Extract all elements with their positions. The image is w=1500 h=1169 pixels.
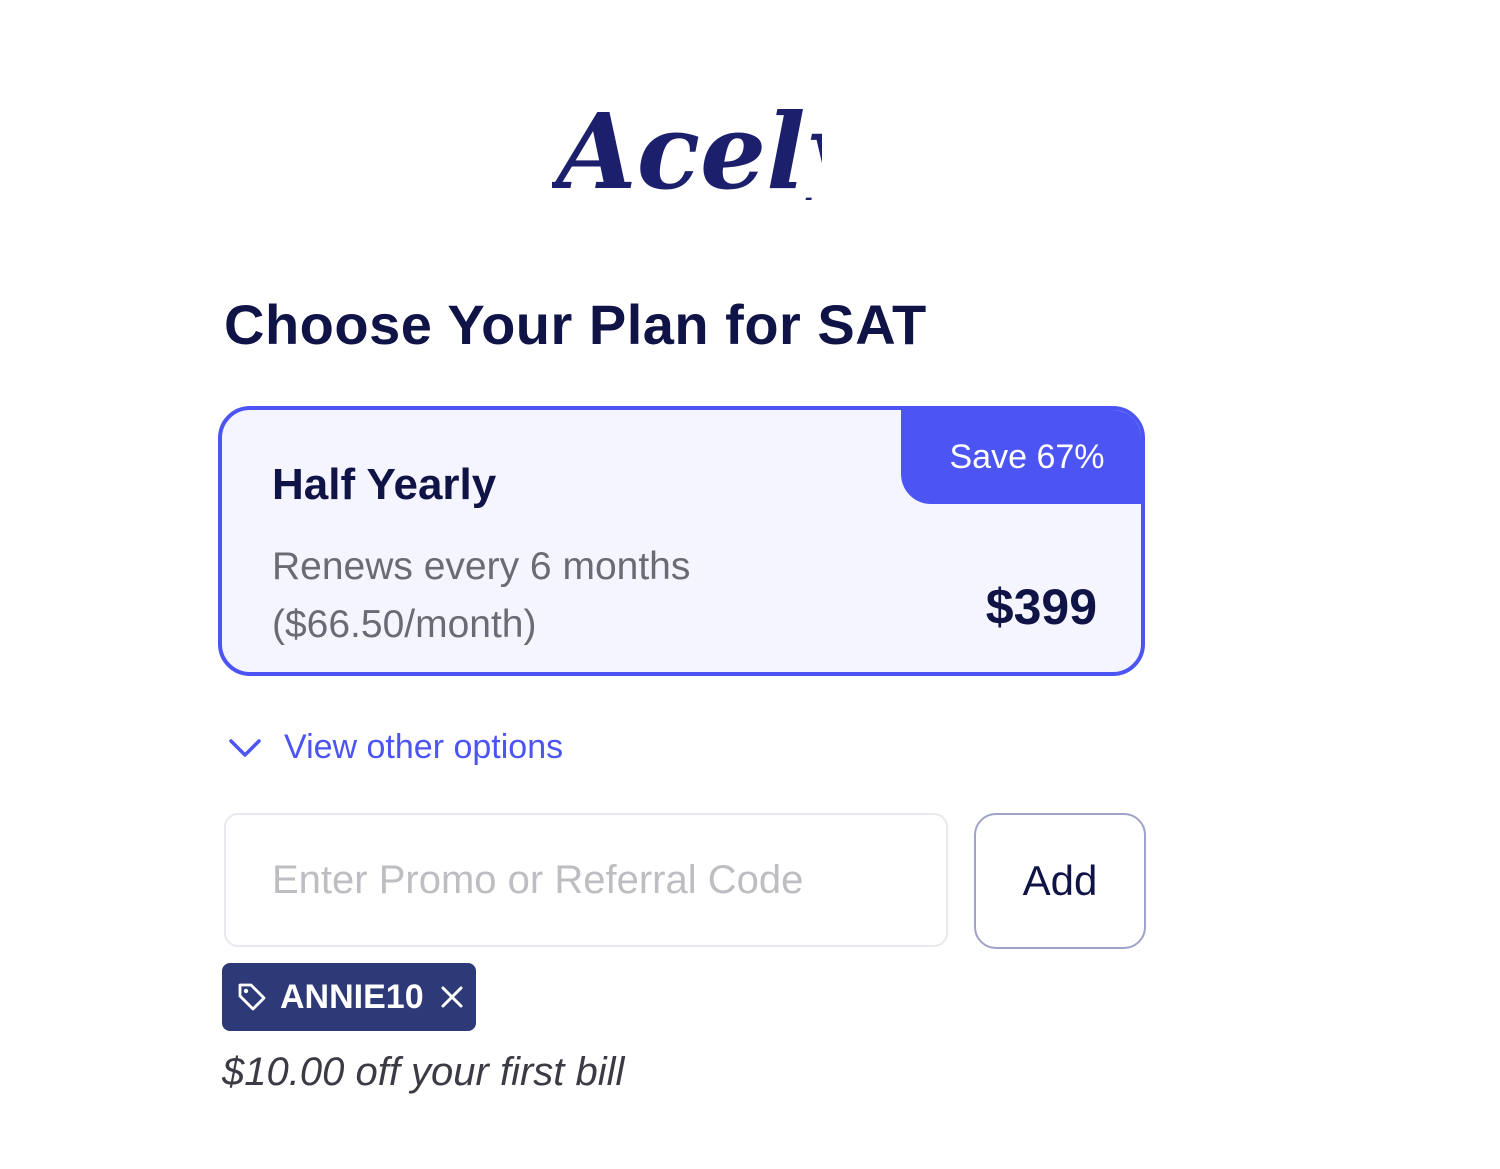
promo-code-input[interactable]	[224, 813, 948, 947]
applied-promo-chip: ANNIE10	[222, 963, 476, 1031]
plan-description: Renews every 6 months ($66.50/month)	[272, 538, 690, 654]
plan-renewal-text: Renews every 6 months	[272, 545, 691, 588]
applied-promo-code: ANNIE10	[280, 977, 424, 1016]
page-title: Choose Your Plan for SAT	[224, 293, 927, 356]
plan-monthly-price: ($66.50/month)	[272, 603, 537, 646]
tag-icon	[236, 981, 268, 1013]
plan-card-half-yearly[interactable]: Save 67% Half Yearly Renews every 6 mont…	[218, 406, 1145, 676]
plan-name: Half Yearly	[272, 460, 497, 509]
close-icon[interactable]	[440, 985, 464, 1009]
chevron-down-icon	[229, 738, 261, 757]
brand-logo: Acely	[547, 88, 873, 213]
add-promo-button[interactable]: Add	[974, 813, 1146, 949]
acely-logo-mark: Acely	[547, 90, 873, 213]
plan-price: $399	[985, 579, 1097, 635]
view-other-options-label: View other options	[284, 728, 564, 766]
discount-note: $10.00 off your first bill	[222, 1050, 625, 1094]
save-badge: Save 67%	[901, 410, 1141, 504]
view-other-options-toggle[interactable]: View other options	[228, 728, 563, 767]
brand-name: Acely	[552, 90, 822, 200]
